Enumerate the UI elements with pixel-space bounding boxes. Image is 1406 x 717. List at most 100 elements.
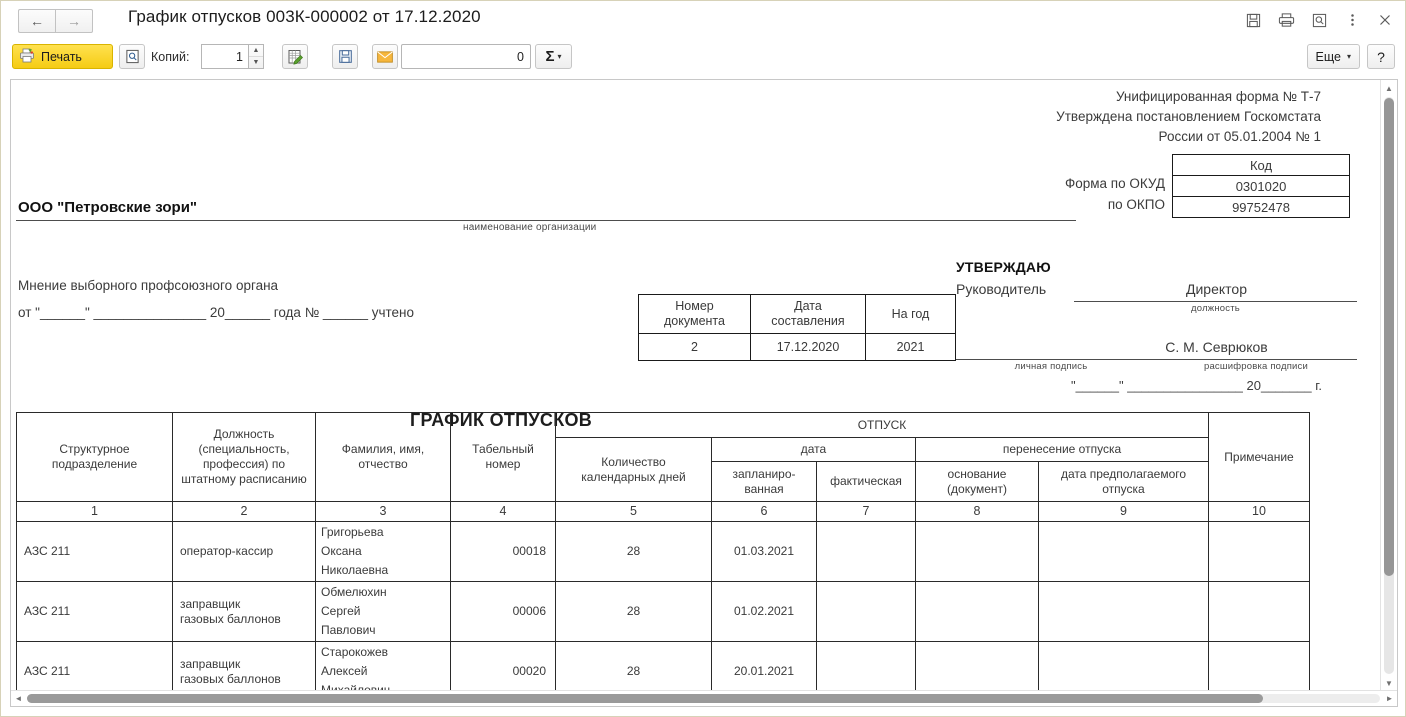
send-email-button[interactable] xyxy=(372,44,398,69)
window-title: График отпусков 003К-000002 от 17.12.202… xyxy=(128,7,481,26)
col-header-actual: фактическая xyxy=(816,461,916,502)
col-header-days-line-2: календарных дней xyxy=(581,469,686,484)
cell-unit: АЗС 211 xyxy=(16,641,173,691)
cell-patronymic: Павлович xyxy=(321,623,376,637)
cell-transfer-date xyxy=(1038,581,1209,642)
more-menu-icon[interactable] xyxy=(1342,10,1362,30)
col-header-vacation-group: ОТПУСК xyxy=(555,412,1209,438)
copies-input[interactable]: 1 xyxy=(201,44,248,69)
cell-surname: Григорьева xyxy=(321,525,384,539)
window-controls xyxy=(1243,10,1395,30)
okud-label: Форма по ОКУД xyxy=(1064,176,1165,191)
chevron-down-icon: ▾ xyxy=(1346,52,1351,61)
help-button[interactable]: ? xyxy=(1367,44,1395,69)
sum-dropdown-button[interactable]: Σ ▾ xyxy=(535,44,572,69)
col-header-planned-line-2: ванная xyxy=(744,481,784,496)
vacation-schedule-table: Структурное подразделение Должность (спе… xyxy=(16,412,1310,691)
cell-firstname: Оксана xyxy=(321,544,362,558)
scroll-left-icon[interactable]: ◄ xyxy=(11,691,26,706)
cell-tabnumber: 00020 xyxy=(450,641,556,691)
horizontal-scrollbar[interactable]: ◄ ► xyxy=(11,690,1397,706)
cell-fullname: Старокожев Алексей Михайлович xyxy=(315,641,451,691)
cell-surname: Старокожев xyxy=(321,645,389,659)
save-icon[interactable] xyxy=(1243,10,1263,30)
vertical-scroll-thumb[interactable] xyxy=(1384,98,1394,576)
approve-position-caption: должность xyxy=(1191,303,1240,314)
approve-position-value: Директор xyxy=(1186,281,1247,297)
save-document-button[interactable] xyxy=(332,44,358,69)
cell-fullname: Обмелюхин Сергей Павлович xyxy=(315,581,451,642)
col-num-2: 2 xyxy=(172,501,316,522)
spin-up-icon[interactable]: ▲ xyxy=(249,45,263,57)
cell-position-line-1: оператор-кассир xyxy=(180,544,274,558)
table-row: 0301020 xyxy=(1172,175,1350,197)
table-row: 2 17.12.2020 2021 xyxy=(638,333,956,361)
approve-position-underline xyxy=(1074,301,1357,302)
col-header-days-line-1: Количество xyxy=(601,454,666,469)
copies-spin-buttons[interactable]: ▲ ▼ xyxy=(248,44,264,69)
col-header-fullname-line-2: отчество xyxy=(358,457,408,471)
cell-actual-date xyxy=(816,641,916,691)
preview-button[interactable] xyxy=(119,44,145,69)
cell-note xyxy=(1208,521,1310,582)
table-row: Номер документа Дата составления На год xyxy=(638,294,956,334)
col-header-date-group: дата xyxy=(711,437,916,462)
spin-down-icon[interactable]: ▼ xyxy=(249,57,263,68)
cell-transfer-date xyxy=(1038,641,1209,691)
copies-stepper[interactable]: 1 ▲ ▼ xyxy=(201,44,264,69)
cell-actual-date xyxy=(816,521,916,582)
doc-number-header: Номер документа xyxy=(638,294,751,334)
copies-label: Копий: xyxy=(151,50,190,64)
doc-number-header-line-1: Номер xyxy=(675,299,714,313)
more-button[interactable]: Еще ▾ xyxy=(1306,44,1360,69)
col-num-10: 10 xyxy=(1208,501,1310,522)
cell-fullname: Григорьева Оксана Николаевна xyxy=(315,521,451,582)
cell-note xyxy=(1208,641,1310,691)
doc-date-header: Дата составления xyxy=(750,294,866,334)
col-num-7: 7 xyxy=(816,501,916,522)
forward-button[interactable]: → xyxy=(55,9,93,33)
scroll-right-icon[interactable]: ► xyxy=(1382,691,1397,706)
form-header-line-2: Утверждена постановлением Госкомстата xyxy=(1056,109,1321,124)
cell-transfer-basis xyxy=(915,581,1039,642)
print-button[interactable]: Печать xyxy=(12,44,113,69)
cell-patronymic: Николаевна xyxy=(321,563,389,577)
cell-tabnumber: 00006 xyxy=(450,581,556,642)
back-button[interactable]: ← xyxy=(18,9,55,33)
table-row[interactable]: АЗС 211 заправщик газовых баллонов Обмел… xyxy=(16,581,1310,642)
sum-value-field[interactable]: 0 xyxy=(401,44,531,69)
approve-date-line: "______" ________________ 20_______ г. xyxy=(1071,378,1322,393)
cell-planned-date: 01.02.2021 xyxy=(711,581,817,642)
print-preview-window: ← → График отпусков 003К-000002 от 17.12… xyxy=(0,0,1406,717)
table-header-row: Структурное подразделение Должность (спе… xyxy=(16,412,1310,502)
document-canvas[interactable]: Унифицированная форма № Т-7 Утверждена п… xyxy=(11,80,1367,691)
navigation-buttons: ← → xyxy=(18,9,93,33)
code-table: Код 0301020 99752478 xyxy=(1172,154,1350,218)
doc-year-value: 2021 xyxy=(865,333,956,361)
col-header-position: Должность (специальность, профессия) по … xyxy=(172,412,316,502)
preview-search-icon[interactable] xyxy=(1309,10,1329,30)
page-setup-button[interactable] xyxy=(282,44,308,69)
close-icon[interactable] xyxy=(1375,10,1395,30)
cell-planned-date: 20.01.2021 xyxy=(711,641,817,691)
scroll-up-icon[interactable]: ▲ xyxy=(1381,80,1397,96)
title-bar: ← → График отпусков 003К-000002 от 17.12… xyxy=(1,1,1405,39)
cell-transfer-date xyxy=(1038,521,1209,582)
table-row: Код xyxy=(1172,154,1350,176)
more-button-label: Еще xyxy=(1315,49,1341,64)
col-header-tabnumber: Табельный номер xyxy=(450,412,556,502)
cell-actual-date xyxy=(816,581,916,642)
form-header-line-3: России от 05.01.2004 № 1 xyxy=(1158,129,1321,144)
vertical-scrollbar[interactable]: ▲ ▼ xyxy=(1380,80,1397,691)
table-row[interactable]: АЗС 211 оператор-кассир Григорьева Оксан… xyxy=(16,521,1310,582)
scroll-down-icon[interactable]: ▼ xyxy=(1381,675,1397,691)
col-num-6: 6 xyxy=(711,501,817,522)
table-row[interactable]: АЗС 211 заправщик газовых баллонов Старо… xyxy=(16,641,1310,691)
col-num-1: 1 xyxy=(16,501,173,522)
print-icon[interactable] xyxy=(1276,10,1296,30)
okpo-value-cell: 99752478 xyxy=(1172,196,1350,218)
col-header-basis-line-2: (документ) xyxy=(947,481,1007,496)
horizontal-scroll-thumb[interactable] xyxy=(27,694,1263,703)
table-row: 99752478 xyxy=(1172,196,1350,218)
approve-signature-underline xyxy=(956,359,1357,360)
